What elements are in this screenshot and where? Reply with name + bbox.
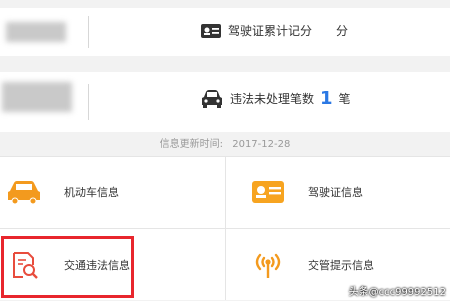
menu-vehicle-info[interactable]: 机动车信息 [0, 156, 224, 228]
update-time: 信息更新时间: 2017-12-28 [0, 136, 450, 154]
row-divider [88, 84, 89, 120]
license-points-stat: 驾驶证累计记分 分 [200, 22, 348, 39]
car-front-icon [200, 89, 224, 109]
menu-license-info[interactable]: 驾驶证信息 [226, 156, 450, 228]
menu-license-info-label: 驾驶证信息 [308, 186, 363, 199]
violations-stat: 违法未处理笔数 1 笔 [200, 88, 351, 109]
license-card-icon [246, 180, 290, 204]
license-points-unit: 分 [336, 24, 349, 38]
broadcast-icon [246, 250, 290, 280]
license-points-row: 驾驶证累计记分 分 [0, 8, 450, 56]
blurred-vehicle-info [2, 82, 72, 112]
menu-traffic-tips-label: 交管提示信息 [308, 259, 374, 272]
update-time-label: 信息更新时间: [159, 139, 224, 150]
menu-vehicle-info-label: 机动车信息 [64, 186, 119, 199]
update-time-date: 2017-12-28 [232, 139, 291, 150]
watermark-text: 头条@ccc99992512 [348, 287, 446, 298]
id-card-icon [200, 23, 222, 39]
violations-count[interactable]: 1 [320, 88, 333, 109]
violations-label: 违法未处理笔数 [230, 92, 315, 106]
blurred-plate-number [6, 22, 66, 42]
violations-row: 违法未处理笔数 1 笔 [0, 72, 450, 132]
row-divider [88, 16, 89, 48]
highlight-box [1, 236, 134, 298]
license-points-label: 驾驶证累计记分 [228, 24, 313, 38]
violations-unit: 笔 [338, 92, 351, 106]
car-icon [2, 179, 46, 205]
